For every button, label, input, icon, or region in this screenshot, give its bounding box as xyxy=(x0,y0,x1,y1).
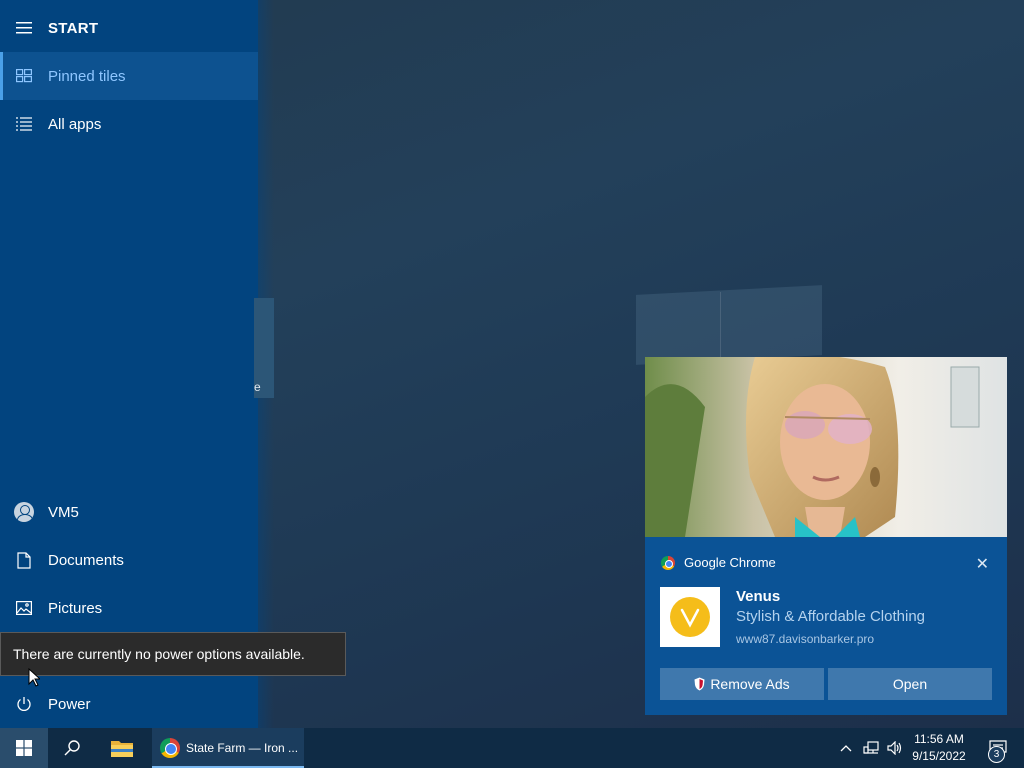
file-explorer-button[interactable] xyxy=(98,728,146,768)
volume-icon xyxy=(887,741,902,755)
network-button[interactable] xyxy=(860,728,882,768)
chrome-icon xyxy=(661,555,675,570)
network-icon xyxy=(863,741,879,754)
folder-icon xyxy=(111,741,133,757)
notification-title: Venus xyxy=(736,588,781,605)
clock-date: 9/15/2022 xyxy=(912,749,966,763)
menu-item-user[interactable]: VM5 xyxy=(0,488,258,536)
menu-item-label: Power xyxy=(48,695,91,713)
menu-item-label: Pinned tiles xyxy=(48,67,126,85)
menu-item-pinned-tiles[interactable]: Pinned tiles xyxy=(0,52,258,100)
windows-icon xyxy=(16,740,32,756)
menu-item-label: All apps xyxy=(48,115,102,133)
menu-item-pictures[interactable]: Pictures xyxy=(0,584,258,632)
taskbar-chrome-window[interactable]: State Farm — Iron ... xyxy=(152,728,304,768)
window-title: State Farm — Iron ... xyxy=(186,741,299,755)
start-menu: START Pinned tiles All apps VM5 Document… xyxy=(0,0,258,728)
menu-item-label: Documents xyxy=(48,551,124,569)
notification-hero-image[interactable] xyxy=(645,357,1007,537)
menu-item-all-apps[interactable]: All apps xyxy=(0,100,258,148)
power-icon xyxy=(0,696,48,712)
menu-item-documents[interactable]: Documents xyxy=(0,536,258,584)
menu-item-label: Pictures xyxy=(48,599,103,617)
notification-body: Stylish & Affordable Clothing xyxy=(736,608,926,625)
notification-count-badge: 3 xyxy=(988,746,1005,763)
chrome-notification[interactable]: Google Chrome ✕ Venus Stylish & Affordab… xyxy=(645,537,1007,715)
taskbar: State Farm — Iron ... 11:56 AM 9/15/2022… xyxy=(0,728,1024,768)
mouse-cursor-icon xyxy=(28,667,42,692)
pinned-tile-peek[interactable]: e xyxy=(254,298,274,398)
windows-logo-wallpaper xyxy=(636,285,822,365)
shield-icon xyxy=(694,677,705,691)
hamburger-icon[interactable] xyxy=(0,22,48,34)
notification-url: www87.davisonbarker.pro xyxy=(736,632,875,646)
search-icon xyxy=(64,740,80,756)
tiles-icon xyxy=(0,69,48,83)
open-label: Open xyxy=(892,676,928,692)
start-title: START xyxy=(48,19,99,37)
start-header[interactable]: START xyxy=(0,4,258,52)
document-icon xyxy=(0,551,48,569)
clock-time: 11:56 AM xyxy=(914,732,964,746)
close-icon[interactable]: ✕ xyxy=(976,554,989,574)
search-button[interactable] xyxy=(48,728,96,768)
notification-app-name: Google Chrome xyxy=(684,555,776,570)
clock[interactable]: 11:56 AM 9/15/2022 xyxy=(904,731,974,765)
pictures-icon xyxy=(0,601,48,615)
chevron-up-icon xyxy=(840,745,852,752)
start-button[interactable] xyxy=(0,728,48,768)
user-name: VM5 xyxy=(48,503,79,521)
volume-button[interactable] xyxy=(884,728,906,768)
chrome-icon xyxy=(160,738,180,758)
open-button[interactable]: Open xyxy=(828,668,992,700)
power-tooltip: There are currently no power options ava… xyxy=(0,632,346,676)
windows-logo-wallpaper-divider xyxy=(720,292,721,358)
list-icon xyxy=(0,117,48,131)
notification-app-header: Google Chrome xyxy=(661,555,776,570)
venus-logo xyxy=(660,587,720,647)
avatar xyxy=(14,502,34,522)
show-hidden-icons-button[interactable] xyxy=(836,728,856,768)
remove-ads-button[interactable]: Remove Ads xyxy=(660,668,824,700)
remove-ads-label: Remove Ads xyxy=(710,676,790,692)
